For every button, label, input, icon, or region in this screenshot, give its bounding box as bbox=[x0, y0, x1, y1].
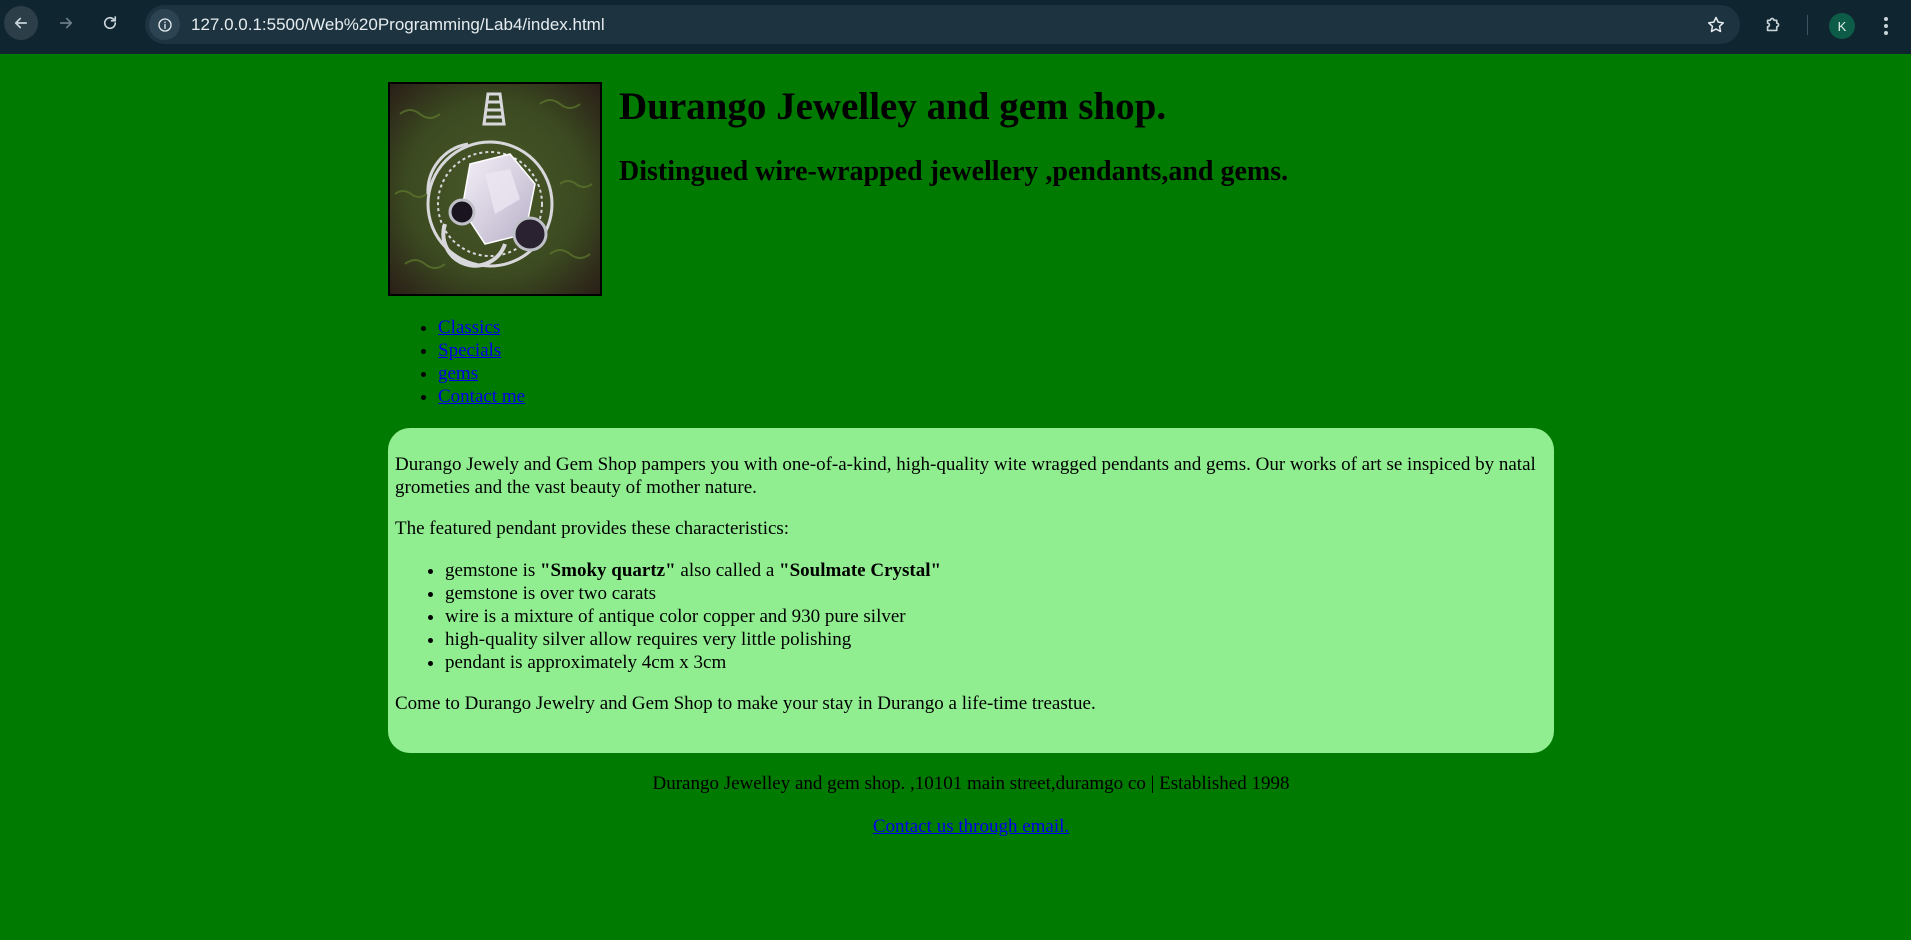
site-info-button[interactable] bbox=[149, 9, 180, 40]
feature-text: gemstone is bbox=[445, 560, 540, 581]
closing-paragraph: Come to Durango Jewelry and Gem Shop to … bbox=[395, 693, 1096, 714]
extensions-button[interactable] bbox=[1760, 10, 1788, 38]
nav-item: Specials bbox=[438, 339, 525, 362]
address-bar[interactable]: 127.0.0.1:5500/Web%20Programming/Lab4/in… bbox=[145, 5, 1740, 44]
main-content: Durango Jewely and Gem Shop pampers you … bbox=[388, 428, 1554, 753]
url-text[interactable]: 127.0.0.1:5500/Web%20Programming/Lab4/in… bbox=[191, 15, 605, 35]
arrow-right-icon bbox=[59, 17, 73, 29]
nav-link-contact[interactable]: Contact me bbox=[438, 386, 525, 407]
site-title: Durango Jewelley and gem shop. bbox=[619, 85, 1167, 128]
page-footer: Durango Jewelley and gem shop. ,10101 ma… bbox=[388, 772, 1554, 838]
pendant-image bbox=[388, 82, 602, 296]
profile-avatar[interactable]: K bbox=[1829, 13, 1855, 39]
features-lead: The featured pendant provides these char… bbox=[395, 518, 790, 539]
nav-link-classics[interactable]: Classics bbox=[438, 317, 500, 338]
nav-link-gems[interactable]: gems bbox=[438, 363, 478, 384]
main-navigation: Classics Specials gems Contact me bbox=[388, 316, 525, 408]
menu-dot-icon bbox=[1884, 17, 1888, 21]
crystal-name: "Soulmate Crystal" bbox=[779, 560, 942, 581]
menu-dot-icon bbox=[1884, 24, 1888, 28]
info-icon bbox=[157, 17, 172, 32]
reload-icon bbox=[103, 16, 117, 30]
nav-link-specials[interactable]: Specials bbox=[438, 340, 501, 361]
back-button[interactable] bbox=[4, 6, 38, 40]
toolbar-divider bbox=[1807, 15, 1808, 35]
browser-toolbar: 127.0.0.1:5500/Web%20Programming/Lab4/in… bbox=[0, 0, 1911, 54]
nav-item: gems bbox=[438, 362, 525, 385]
arrow-left-icon bbox=[14, 17, 28, 29]
site-subtitle: Distingued wire-wrapped jewellery ,penda… bbox=[619, 156, 1289, 187]
feature-item: wire is a mixture of antique color coppe… bbox=[445, 605, 1547, 628]
nav-item: Contact me bbox=[438, 385, 525, 408]
feature-text: also called a bbox=[675, 560, 780, 581]
feature-item: pendant is approximately 4cm x 3cm bbox=[445, 651, 1547, 674]
gemstone-name: "Smoky quartz" bbox=[540, 560, 676, 581]
footer-email-row: Contact us through email. bbox=[388, 815, 1554, 838]
bookmark-button[interactable] bbox=[1702, 11, 1730, 39]
browser-menu-button[interactable] bbox=[1876, 13, 1896, 39]
puzzle-icon bbox=[1766, 17, 1780, 32]
features-list: gemstone is "Smoky quartz" also called a… bbox=[395, 559, 1547, 674]
feature-item: high-quality silver allow requires very … bbox=[445, 628, 1547, 651]
email-link[interactable]: Contact us through email. bbox=[873, 816, 1069, 837]
feature-item: gemstone is over two carats bbox=[445, 582, 1547, 605]
intro-paragraph: Durango Jewely and Gem Shop pampers you … bbox=[395, 454, 1536, 498]
nav-list: Classics Specials gems Contact me bbox=[388, 316, 525, 408]
nav-item: Classics bbox=[438, 316, 525, 339]
feature-item: gemstone is "Smoky quartz" also called a… bbox=[445, 559, 1547, 582]
pendant-illustration bbox=[390, 84, 600, 294]
menu-dot-icon bbox=[1884, 31, 1888, 35]
reload-button[interactable] bbox=[93, 6, 127, 40]
star-icon bbox=[1707, 16, 1725, 33]
forward-button[interactable] bbox=[49, 6, 83, 40]
footer-address: Durango Jewelley and gem shop. ,10101 ma… bbox=[652, 773, 1290, 794]
